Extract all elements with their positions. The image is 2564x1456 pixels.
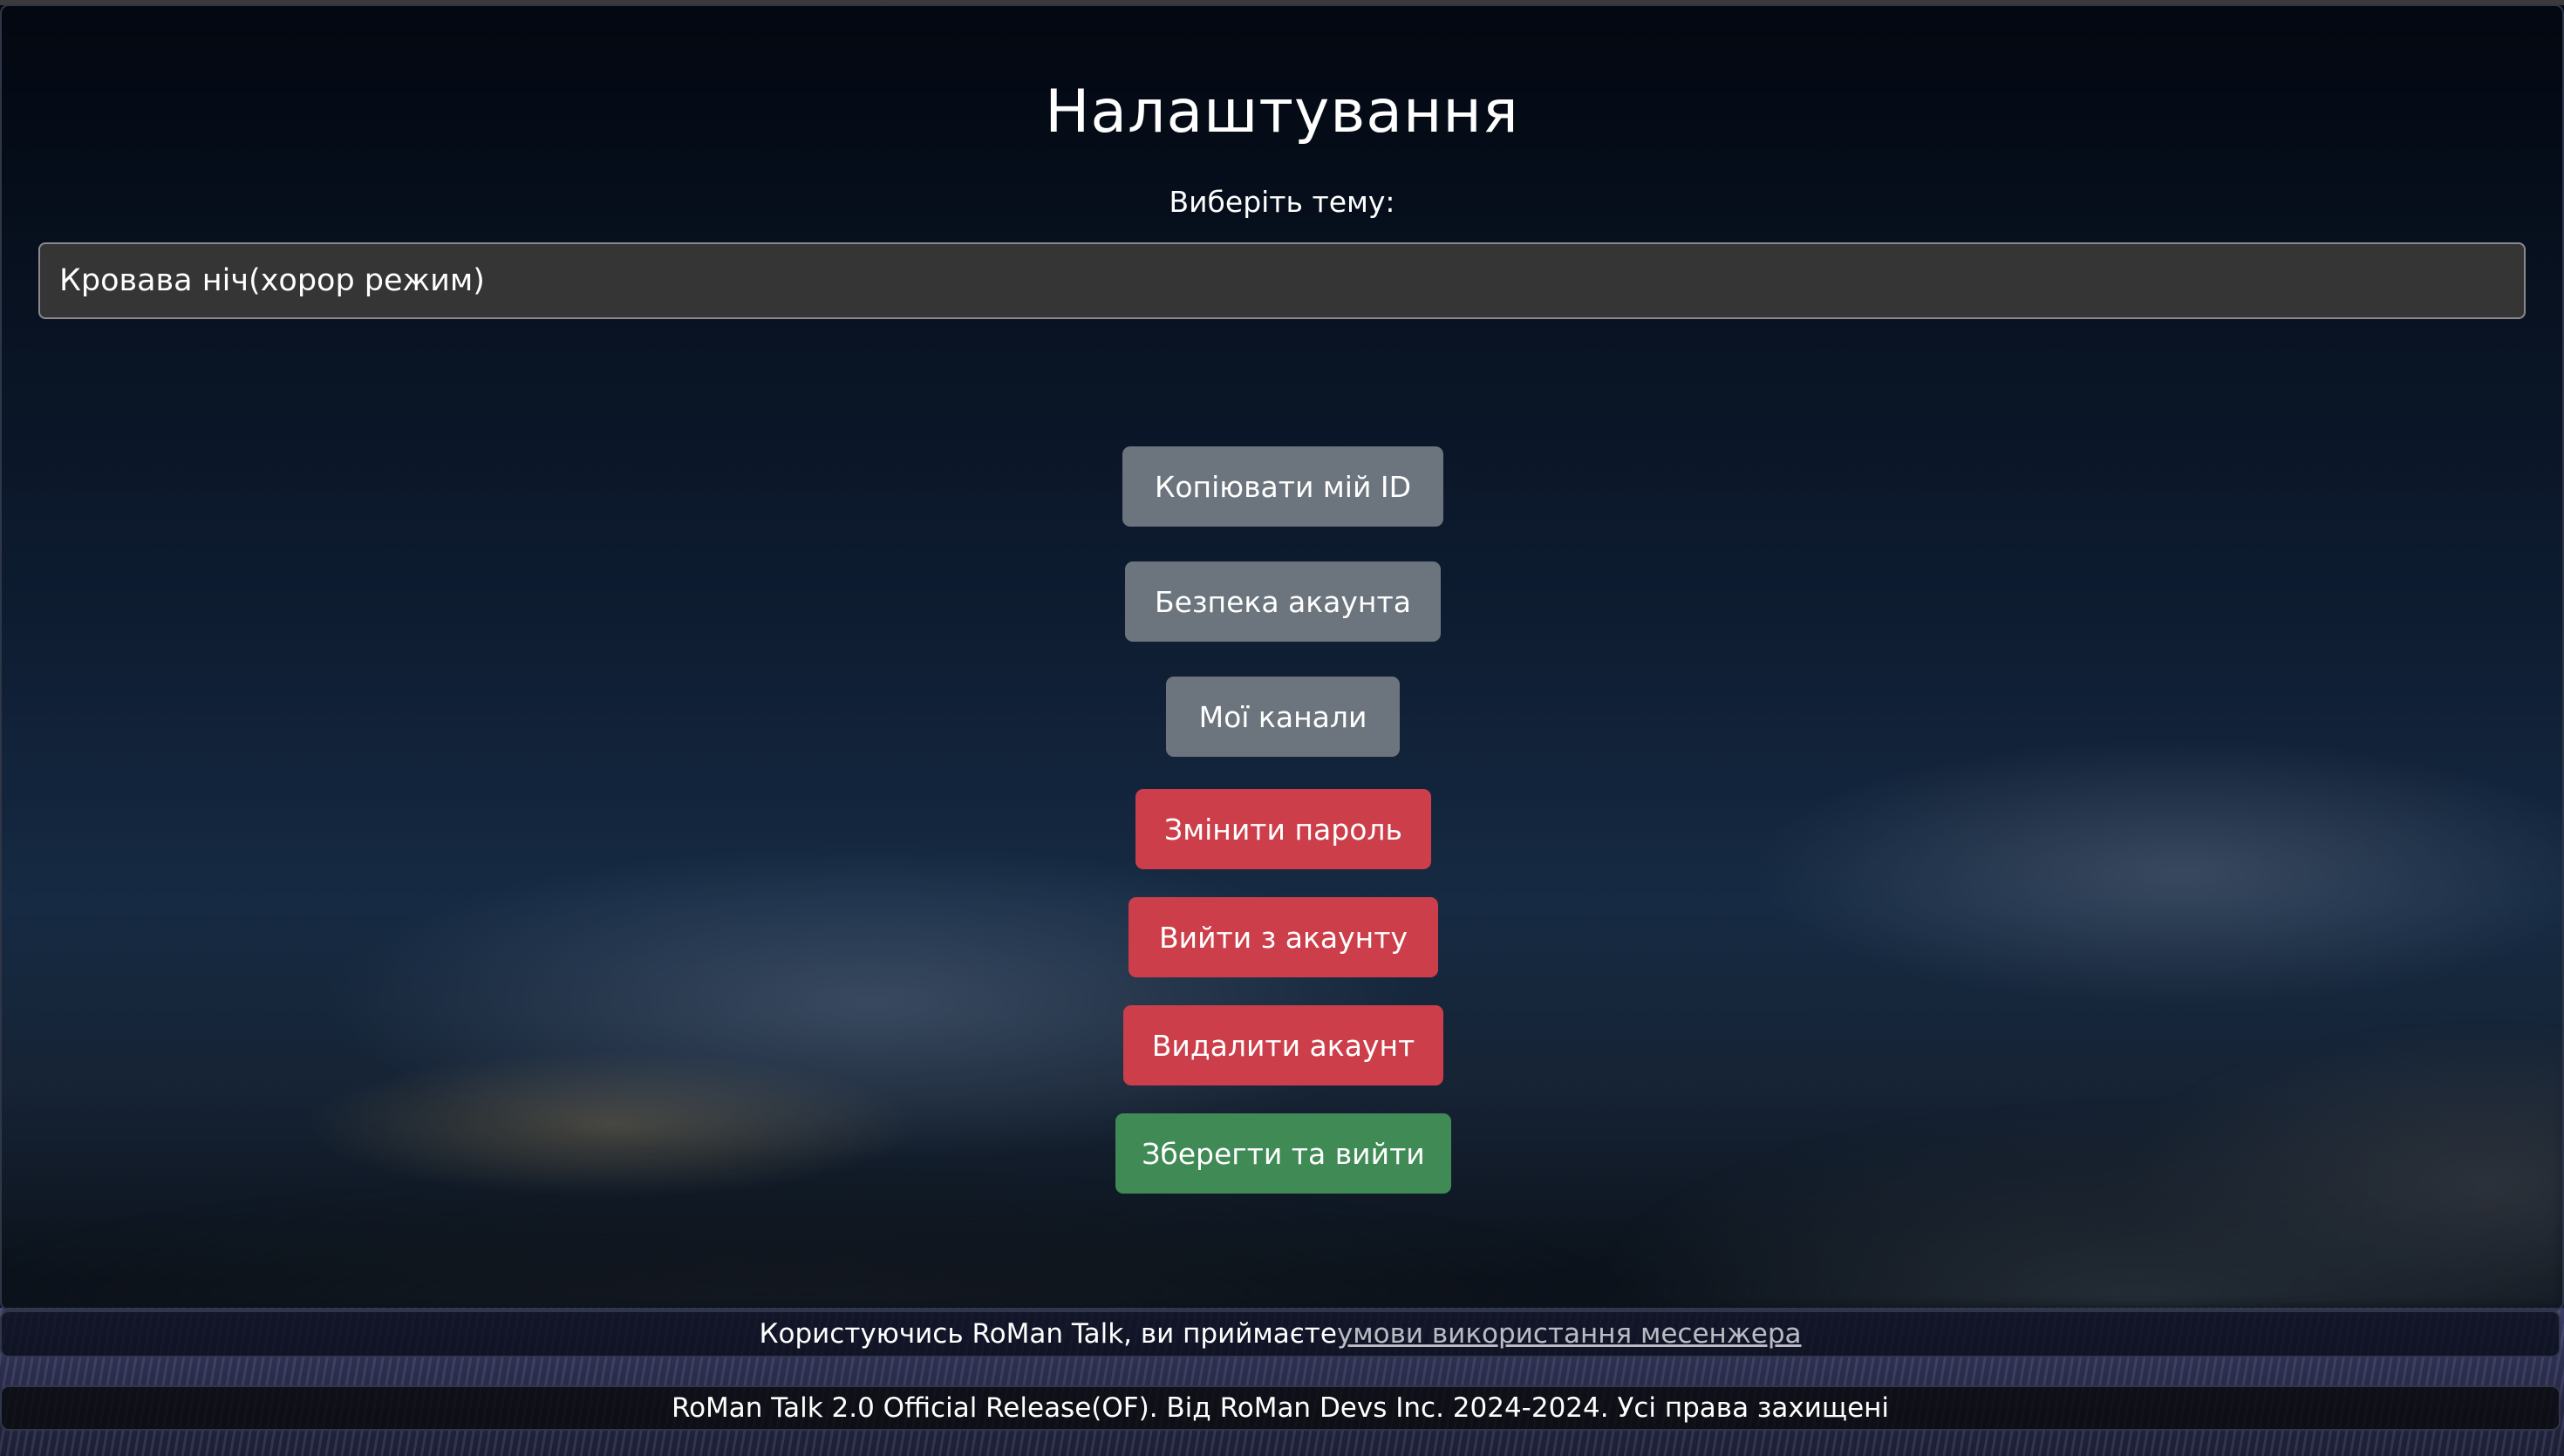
terms-link[interactable]: умови використання месенжера <box>1337 1318 1802 1350</box>
account-security-button[interactable]: Безпека акаунта <box>1125 561 1441 642</box>
settings-panel: Налаштування Виберіть тему: Кровава ніч(… <box>0 4 2564 1310</box>
page-title: Налаштування <box>1045 78 1519 146</box>
theme-select[interactable]: Кровава ніч(хорор режим) <box>38 242 2526 319</box>
theme-label: Виберіть тему: <box>1169 185 1395 219</box>
terms-text: Користуючись RoMan Talk, ви приймаєте <box>759 1318 1337 1350</box>
copy-id-button[interactable]: Копіювати мій ID <box>1122 446 1443 527</box>
my-channels-button[interactable]: Мої канали <box>1166 677 1400 757</box>
copyright-footer: RoMan Talk 2.0 Official Release(OF). Від… <box>0 1385 2561 1431</box>
delete-account-button[interactable]: Видалити акаунт <box>1123 1005 1443 1085</box>
save-exit-button[interactable]: Зберегти та вийти <box>1115 1113 1451 1194</box>
logout-button[interactable]: Вийти з акаунту <box>1129 897 1438 977</box>
change-password-button[interactable]: Змінити пароль <box>1135 789 1431 869</box>
terms-footer: Користуючись RoMan Talk, ви приймаєтеумо… <box>0 1310 2561 1357</box>
copyright-text: RoMan Talk 2.0 Official Release(OF). Від… <box>671 1392 1890 1424</box>
